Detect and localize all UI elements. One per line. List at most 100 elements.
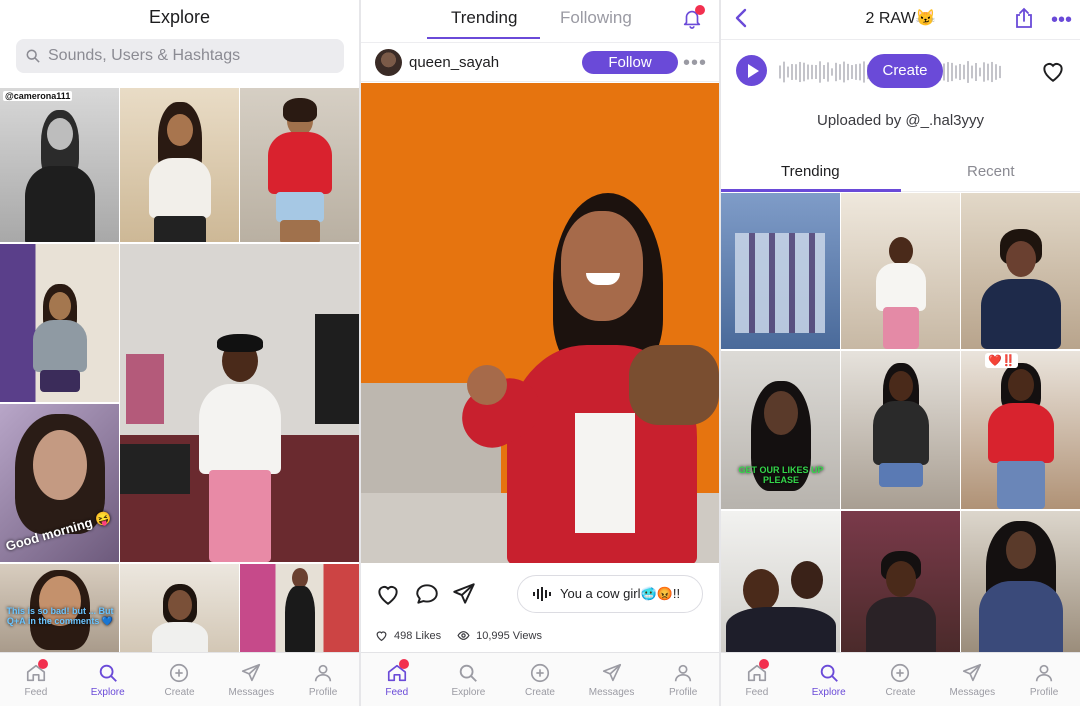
- wave-bar: [991, 61, 993, 83]
- video-thumbnail[interactable]: [721, 193, 840, 349]
- video-thumbnail[interactable]: [120, 564, 239, 654]
- active-tab-indicator: [721, 189, 901, 192]
- post-actions: You a cow girl🥶😡!! 498 Likes 10,995 View…: [361, 563, 719, 653]
- wave-bar: [839, 64, 841, 80]
- video-thumbnail[interactable]: @camerona111: [0, 88, 119, 242]
- person-icon: [312, 662, 334, 687]
- group-of-kids: [735, 233, 825, 333]
- nav-explore[interactable]: Explore: [793, 653, 865, 706]
- nav-feed[interactable]: Feed: [721, 653, 793, 706]
- tab-following[interactable]: Following: [560, 8, 632, 28]
- nav-messages[interactable]: Messages: [576, 653, 648, 706]
- post-stats: 498 Likes 10,995 Views: [375, 629, 542, 642]
- play-button[interactable]: [736, 55, 767, 86]
- nav-create[interactable]: Create: [144, 653, 216, 706]
- nav-profile[interactable]: Profile: [287, 653, 359, 706]
- nav-label: Create: [164, 686, 195, 698]
- hearts-tag: ❤️‼️: [985, 353, 1019, 368]
- nav-create[interactable]: Create: [865, 653, 937, 706]
- video-thumbnail[interactable]: Good morning 😝: [0, 404, 119, 562]
- video-thumbnail[interactable]: [841, 511, 960, 654]
- video-thumbnail[interactable]: [240, 564, 359, 654]
- wave-bar: [975, 62, 977, 82]
- video-player[interactable]: [361, 83, 719, 563]
- nav-messages[interactable]: Messages: [936, 653, 1008, 706]
- more-options-icon[interactable]: •••: [1051, 10, 1072, 30]
- heart-icon[interactable]: [1040, 58, 1066, 84]
- video-thumbnail[interactable]: ❤️‼️: [961, 351, 1080, 509]
- create-button[interactable]: Create: [867, 54, 943, 88]
- nav-create[interactable]: Create: [504, 653, 576, 706]
- post-header: queen_sayah Follow •••: [361, 42, 719, 82]
- wave-bar: [951, 62, 953, 82]
- video-thumbnail[interactable]: [721, 511, 840, 654]
- likes-up-caption: GET OUR LIKES UP PLEASE: [738, 465, 824, 485]
- share-icon[interactable]: [1014, 7, 1034, 29]
- video-thumbnail[interactable]: [120, 244, 359, 562]
- nav-profile[interactable]: Profile: [647, 653, 719, 706]
- wave-bar: [799, 61, 801, 83]
- avatar[interactable]: [375, 49, 402, 76]
- tab-trending[interactable]: Trending: [451, 8, 517, 28]
- sound-pill[interactable]: You a cow girl🥶😡!!: [517, 575, 703, 613]
- heart-icon[interactable]: [375, 581, 401, 607]
- nav-feed[interactable]: Feed: [361, 653, 433, 706]
- more-options-icon[interactable]: •••: [683, 53, 707, 73]
- notification-badge: [398, 659, 409, 669]
- search-icon: [26, 49, 40, 63]
- follow-button[interactable]: Follow: [582, 51, 678, 74]
- wave-bar: [963, 64, 965, 80]
- wave-bar: [955, 65, 957, 79]
- wave-bar: [947, 62, 949, 82]
- video-thumbnail[interactable]: [961, 193, 1080, 349]
- uploaded-by[interactable]: Uploaded by @_.hal3yyy: [721, 112, 1080, 129]
- window: [126, 354, 164, 424]
- wave-bar: [967, 61, 969, 83]
- video-thumbnail[interactable]: This is so bad! but ... But Q+A in the c…: [0, 564, 119, 654]
- nav-explore[interactable]: Explore: [72, 653, 144, 706]
- video-thumbnail[interactable]: [841, 193, 960, 349]
- nav-label: Create: [885, 686, 916, 698]
- search-placeholder: Sounds, Users & Hashtags: [48, 47, 241, 64]
- tab-trending[interactable]: Trending: [781, 163, 840, 180]
- sound-tabs: Trending Recent: [721, 158, 1080, 192]
- qa-caption: This is so bad! but ... But Q+A in the c…: [6, 606, 114, 626]
- video-thumbnail[interactable]: GET OUR LIKES UP PLEASE: [721, 351, 840, 509]
- sound-title: You a cow girl🥶😡!!: [560, 586, 681, 601]
- nav-label: Profile: [1029, 686, 1059, 698]
- video-thumbnail[interactable]: [240, 88, 359, 242]
- user-tag: @camerona111: [3, 91, 73, 101]
- send-icon: [601, 662, 623, 687]
- wave-bar: [843, 61, 845, 83]
- notification-badge: [37, 659, 48, 669]
- search-input[interactable]: Sounds, Users & Hashtags: [16, 39, 344, 73]
- share-icon[interactable]: [451, 581, 477, 607]
- nav-label: Feed: [745, 686, 769, 698]
- search-icon: [97, 662, 119, 687]
- person-icon: [1033, 662, 1055, 687]
- wave-bar: [987, 63, 989, 81]
- nav-label: Profile: [668, 686, 698, 698]
- nav-explore[interactable]: Explore: [433, 653, 505, 706]
- username[interactable]: queen_sayah: [409, 54, 499, 71]
- explore-panel: Explore Sounds, Users & Hashtags @camero…: [0, 0, 359, 706]
- nav-label: Feed: [385, 686, 409, 698]
- tab-recent[interactable]: Recent: [967, 163, 1015, 180]
- search-icon: [457, 662, 479, 687]
- video-thumbnail[interactable]: [841, 351, 960, 509]
- nav-profile[interactable]: Profile: [1008, 653, 1080, 706]
- video-thumbnail[interactable]: [0, 244, 119, 402]
- wave-bar: [779, 65, 781, 79]
- wave-bar: [859, 63, 861, 81]
- nav-feed[interactable]: Feed: [0, 653, 72, 706]
- nav-label: Feed: [24, 686, 48, 698]
- sound-player: Create: [721, 50, 1080, 94]
- video-thumbnail[interactable]: [120, 88, 239, 242]
- comment-icon[interactable]: [414, 581, 440, 607]
- notification-badge: [695, 5, 705, 15]
- nav-messages[interactable]: Messages: [215, 653, 287, 706]
- video-thumbnail[interactable]: [961, 511, 1080, 654]
- bottom-nav: Feed Explore Create Messages Profile: [721, 652, 1080, 706]
- active-tab-indicator: [427, 37, 540, 39]
- sound-wave-icon: [533, 587, 551, 601]
